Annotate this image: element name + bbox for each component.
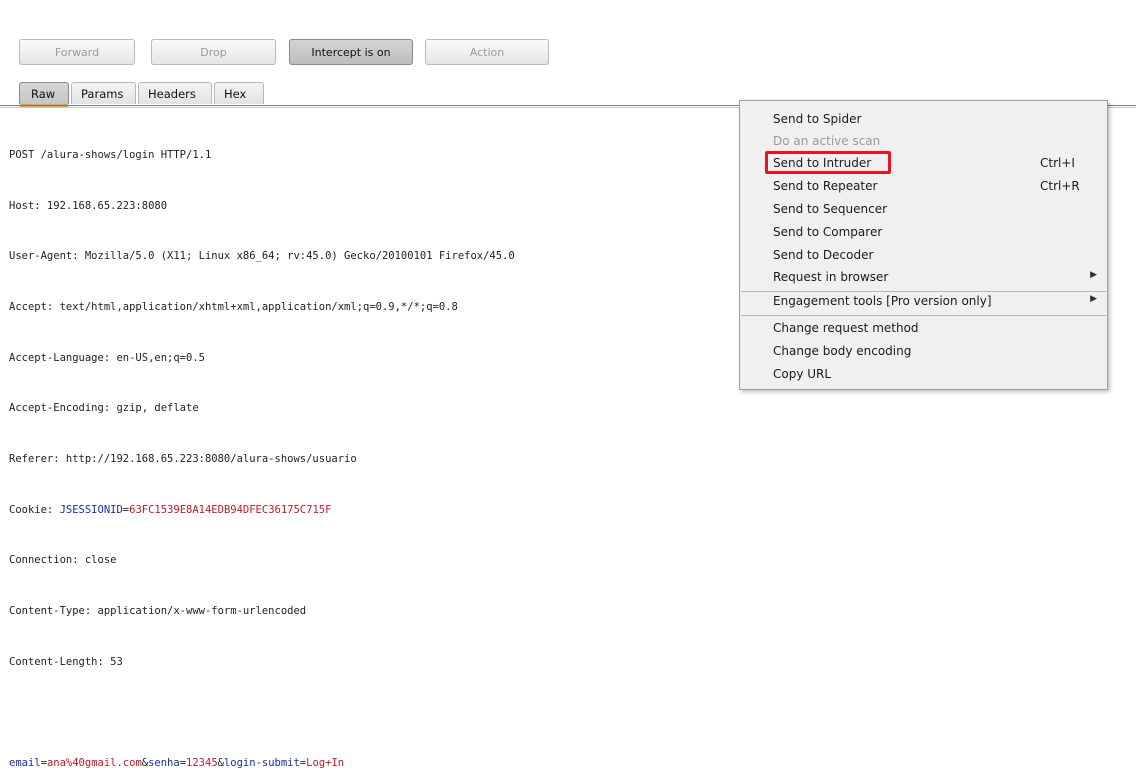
request-body: email=ana%40gmail.com&senha=12345&login-… [9,757,345,770]
raw-request-editor[interactable]: POST /alura-shows/login HTTP/1.1 Host: 1… [9,113,515,770]
menu-item-label: Request in browser [773,270,889,284]
menu-item-change-body-encoding[interactable]: Change body encoding [740,341,1107,363]
body-param-key: senha [148,757,180,770]
forward-button[interactable]: Forward [19,39,135,65]
accept-encoding-header: Accept-Encoding: gzip, deflate [9,402,199,415]
drop-button[interactable]: Drop [151,39,276,65]
send-to-intruder-highlight-box [765,151,891,174]
menu-item-send-to-decoder[interactable]: Send to Decoder [740,245,1107,267]
menu-item-label: Change request method [773,321,919,335]
proxy-intercept-toolbar: Forward Drop Intercept is on Action Raw … [0,0,1136,108]
tab-raw[interactable]: Raw [19,82,69,107]
referer-header: Referer: http://192.168.65.223:8080/alur… [9,453,357,466]
cookie-prefix: Cookie: [9,503,60,516]
menu-item-send-to-comparer[interactable]: Send to Comparer [740,222,1107,244]
menu-item-label: Send to Spider [773,112,862,126]
menu-item-label: Do an active scan [773,134,881,148]
menu-item-shortcut: Ctrl+R [1040,179,1080,193]
menu-item-shortcut: Ctrl+I [1040,156,1075,170]
content-length-header: Content-Length: 53 [9,655,123,668]
accept-header: Accept: text/html,application/xhtml+xml,… [9,300,458,313]
body-param-value: 12345 [186,757,218,770]
menu-item-label: Send to Sequencer [773,202,888,216]
accept-language-header: Accept-Language: en-US,en;q=0.5 [9,351,205,364]
body-param-key: login-submit [223,757,300,770]
tab-params[interactable]: Params [71,82,136,104]
intercept-toggle-button[interactable]: Intercept is on [289,39,413,65]
tab-headers[interactable]: Headers [138,82,212,104]
submenu-arrow-icon: ▶ [1090,294,1097,304]
menu-item-copy-url[interactable]: Copy URL [740,364,1107,386]
menu-item-change-request-method[interactable]: Change request method [740,318,1107,340]
menu-item-engagement-tools[interactable]: Engagement tools [Pro version only] ▶ [740,291,1107,313]
body-param-value: Log+In [306,757,345,770]
cookie-value: 63FC1539E8A14EDB94DFEC36175C715F [129,503,332,516]
request-line: POST /alura-shows/login HTTP/1.1 [9,148,212,161]
message-tabs: Raw Params Headers Hex [19,82,266,107]
cookie-header: Cookie: JSESSIONID=63FC1539E8A14EDB94DFE… [9,502,515,519]
menu-item-send-to-sequencer[interactable]: Send to Sequencer [740,199,1107,221]
menu-item-active-scan: Do an active scan [740,131,1107,153]
tab-hex[interactable]: Hex [214,82,264,104]
menu-item-label: Copy URL [773,367,832,381]
connection-header: Connection: close [9,554,117,567]
content-type-header: Content-Type: application/x-www-form-url… [9,605,307,618]
menu-item-label: Engagement tools [Pro version only] [773,294,992,308]
submenu-arrow-icon: ▶ [1090,270,1097,280]
user-agent-header: User-Agent: Mozilla/5.0 (X11; Linux x86_… [9,250,515,263]
action-button[interactable]: Action [425,39,549,65]
menu-item-label: Send to Decoder [773,248,874,262]
menu-item-send-to-repeater[interactable]: Send to Repeater Ctrl+R [740,176,1107,198]
menu-item-request-in-browser[interactable]: Request in browser ▶ [740,267,1107,289]
cookie-name: JSESSIONID [59,503,123,516]
menu-separator [741,315,1106,316]
context-menu: Send to Spider Do an active scan Send to… [739,100,1108,390]
menu-item-label: Send to Repeater [773,179,878,193]
menu-item-send-to-spider[interactable]: Send to Spider [740,109,1107,131]
body-param-value: ana%40gmail.com [46,757,142,770]
menu-item-label: Change body encoding [773,344,912,358]
menu-item-label: Send to Comparer [773,225,883,239]
body-param-key: email [9,757,41,770]
host-header: Host: 192.168.65.223:8080 [9,199,168,212]
